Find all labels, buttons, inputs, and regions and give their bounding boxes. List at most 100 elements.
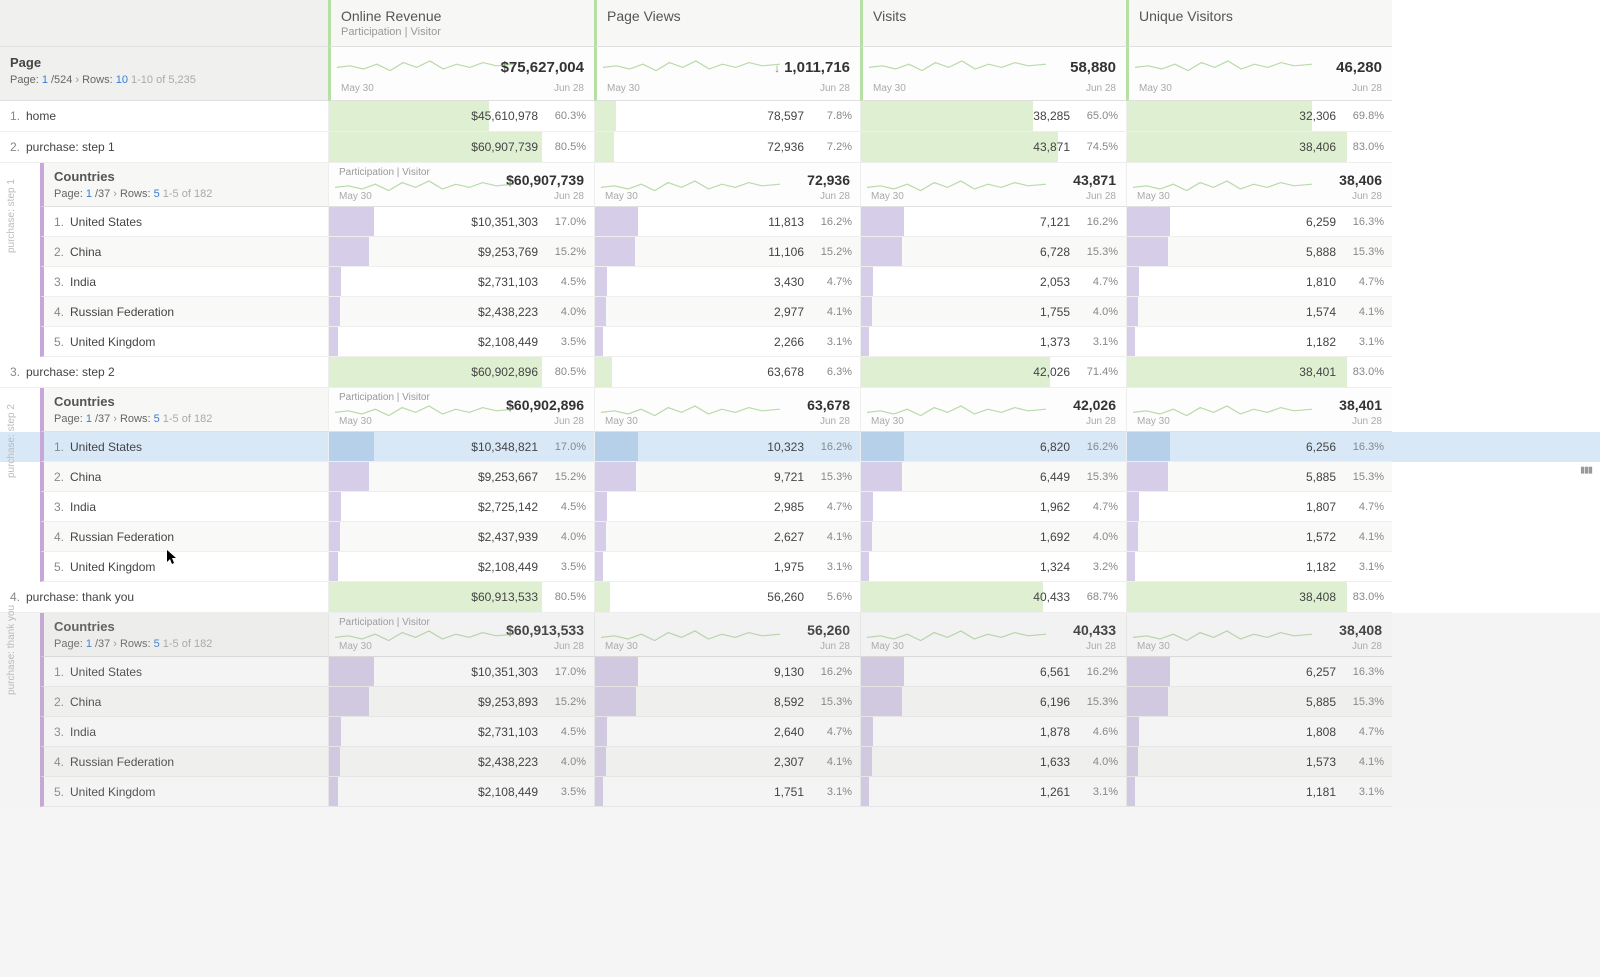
breakdown-metric-cell[interactable]: 1,8074.7%	[1126, 492, 1392, 522]
chevron-right-icon[interactable]: ›	[110, 638, 120, 650]
breakdown-metric-cell[interactable]: $2,108,4493.5%	[328, 552, 594, 582]
breakdown-metric-cell[interactable]: 6,44915.3%	[860, 462, 1126, 492]
metric-summary-cell[interactable]: 58,880May 30Jun 28	[860, 47, 1126, 101]
breakdown-metric-cell[interactable]: $9,253,66715.2%	[328, 462, 594, 492]
breakdown-metric-cell[interactable]: 1,6924.0%	[860, 522, 1126, 552]
breakdown-summary-cell[interactable]: Participation | Visitor$60,913,533May 30…	[328, 613, 594, 657]
breakdown-row-label-cell[interactable]: 1. United States▮▮▮	[40, 432, 328, 462]
breakdown-metric-cell[interactable]: 1,5734.1%	[1126, 747, 1392, 777]
breakdown-row-label-cell[interactable]: 3. India	[40, 492, 328, 522]
page-row-label-cell[interactable]: 1. home	[0, 101, 328, 132]
page-metric-cell[interactable]: $60,907,73980.5%	[328, 132, 594, 163]
breakdown-metric-cell[interactable]: 6,82016.2%	[860, 432, 1126, 462]
breakdown-metric-cell[interactable]: 1,3733.1%	[860, 327, 1126, 357]
breakdown-metric-cell[interactable]: 1,8104.7%	[1126, 267, 1392, 297]
breakdown-metric-cell[interactable]: $2,437,9394.0%	[328, 522, 594, 552]
metric-header[interactable]: Visits	[860, 0, 1126, 47]
breakdown-summary-cell[interactable]: Participation | Visitor$60,907,739May 30…	[328, 163, 594, 207]
breakdown-metric-cell[interactable]: 2,9774.1%	[594, 297, 860, 327]
page-metric-cell[interactable]: 42,02671.4%	[860, 357, 1126, 388]
breakdown-metric-cell[interactable]: 2,6274.1%	[594, 522, 860, 552]
pager-rows-link[interactable]: 10	[116, 74, 128, 86]
metric-summary-cell[interactable]: 46,280May 30Jun 28	[1126, 47, 1392, 101]
breakdown-metric-cell[interactable]: $2,438,2234.0%	[328, 747, 594, 777]
breakdown-row-label-cell[interactable]: 2. China	[40, 462, 328, 492]
breakdown-metric-cell[interactable]: 1,2613.1%	[860, 777, 1126, 807]
breakdown-row-label-cell[interactable]: 5. United Kingdom	[40, 777, 328, 807]
breakdown-row-label-cell[interactable]: 4. Russian Federation	[40, 747, 328, 777]
breakdown-metric-cell[interactable]: $10,348,82117.0%	[328, 432, 594, 462]
breakdown-metric-cell[interactable]: 6,56116.2%	[860, 657, 1126, 687]
breakdown-metric-cell[interactable]: 2,3074.1%	[594, 747, 860, 777]
page-metric-cell[interactable]: $60,913,53380.5%	[328, 582, 594, 613]
breakdown-row-label-cell[interactable]: 3. India	[40, 717, 328, 747]
breakdown-metric-cell[interactable]: 1,1823.1%	[1126, 327, 1392, 357]
breakdown-metric-cell[interactable]: 1,5724.1%	[1126, 522, 1392, 552]
breakdown-metric-cell[interactable]: 1,9753.1%	[594, 552, 860, 582]
metric-summary-cell[interactable]: ↓1,011,716May 30Jun 28	[594, 47, 860, 101]
breakdown-metric-cell[interactable]: 11,81316.2%	[594, 207, 860, 237]
page-metric-cell[interactable]: 63,6786.3%	[594, 357, 860, 388]
breakdown-row-label-cell[interactable]: 4. Russian Federation	[40, 522, 328, 552]
page-metric-cell[interactable]: 56,2605.6%	[594, 582, 860, 613]
metric-header[interactable]: Online RevenueParticipation | Visitor	[328, 0, 594, 47]
dimension-header[interactable]: PagePage: 1 /524›Rows: 10 1-10 of 5,235	[0, 47, 328, 101]
breakdown-metric-cell[interactable]: 9,72115.3%	[594, 462, 860, 492]
breakdown-row-label-cell[interactable]: 5. United Kingdom	[40, 327, 328, 357]
breakdown-metric-cell[interactable]: 11,10615.2%	[594, 237, 860, 267]
page-metric-cell[interactable]: 38,40183.0%	[1126, 357, 1392, 388]
page-metric-cell[interactable]: 43,87174.5%	[860, 132, 1126, 163]
breakdown-summary-cell[interactable]: 38,408May 30Jun 28	[1126, 613, 1392, 657]
chevron-right-icon[interactable]: ›	[72, 74, 82, 86]
breakdown-metric-cell[interactable]: 6,19615.3%	[860, 687, 1126, 717]
breakdown-metric-cell[interactable]: $10,351,30317.0%	[328, 207, 594, 237]
breakdown-summary-cell[interactable]: 72,936May 30Jun 28	[594, 163, 860, 207]
breakdown-metric-cell[interactable]: 8,59215.3%	[594, 687, 860, 717]
breakdown-summary-cell[interactable]: Participation | Visitor$60,902,896May 30…	[328, 388, 594, 432]
breakdown-metric-cell[interactable]: 1,8784.6%	[860, 717, 1126, 747]
breakdown-row-label-cell[interactable]: 5. United Kingdom	[40, 552, 328, 582]
page-metric-cell[interactable]: 38,40883.0%	[1126, 582, 1392, 613]
breakdown-row-label-cell[interactable]: 3. India	[40, 267, 328, 297]
breakdown-metric-cell[interactable]: 1,9624.7%	[860, 492, 1126, 522]
breakdown-dimension-header[interactable]: CountriesPage: 1 /37›Rows: 5 1-5 of 182	[40, 613, 328, 657]
breakdown-row-label-cell[interactable]: 1. United States	[40, 207, 328, 237]
page-row-label-cell[interactable]: 2. purchase: step 1	[0, 132, 328, 163]
breakdown-summary-cell[interactable]: 63,678May 30Jun 28	[594, 388, 860, 432]
breakdown-metric-cell[interactable]: 3,4304.7%	[594, 267, 860, 297]
page-metric-cell[interactable]: 40,43368.7%	[860, 582, 1126, 613]
chevron-right-icon[interactable]: ›	[110, 188, 120, 200]
breakdown-metric-cell[interactable]: 6,25616.3%	[1126, 432, 1392, 462]
breakdown-summary-cell[interactable]: 38,401May 30Jun 28	[1126, 388, 1392, 432]
page-row-label-cell[interactable]: 3. purchase: step 2	[0, 357, 328, 388]
page-row-label-cell[interactable]: 4. purchase: thank you	[0, 582, 328, 613]
bar-chart-icon[interactable]: ▮▮▮	[1580, 464, 1592, 475]
breakdown-metric-cell[interactable]: 6,72815.3%	[860, 237, 1126, 267]
breakdown-metric-cell[interactable]: $2,731,1034.5%	[328, 717, 594, 747]
breakdown-metric-cell[interactable]: 1,1823.1%	[1126, 552, 1392, 582]
breakdown-metric-cell[interactable]: $2,725,1424.5%	[328, 492, 594, 522]
breakdown-metric-cell[interactable]: 1,3243.2%	[860, 552, 1126, 582]
breakdown-summary-cell[interactable]: 40,433May 30Jun 28	[860, 613, 1126, 657]
breakdown-metric-cell[interactable]: $9,253,89315.2%	[328, 687, 594, 717]
breakdown-metric-cell[interactable]: $2,731,1034.5%	[328, 267, 594, 297]
breakdown-summary-cell[interactable]: 56,260May 30Jun 28	[594, 613, 860, 657]
pager-rows-link[interactable]: 5	[154, 638, 160, 650]
breakdown-metric-cell[interactable]: 6,25716.3%	[1126, 657, 1392, 687]
breakdown-metric-cell[interactable]: 2,2663.1%	[594, 327, 860, 357]
metric-header[interactable]: Page Views	[594, 0, 860, 47]
breakdown-metric-cell[interactable]: 1,1813.1%	[1126, 777, 1392, 807]
breakdown-row-label-cell[interactable]: 2. China	[40, 237, 328, 267]
breakdown-metric-cell[interactable]: 1,5744.1%	[1126, 297, 1392, 327]
breakdown-summary-cell[interactable]: 42,026May 30Jun 28	[860, 388, 1126, 432]
breakdown-metric-cell[interactable]: 10,32316.2%	[594, 432, 860, 462]
page-metric-cell[interactable]: 72,9367.2%	[594, 132, 860, 163]
breakdown-metric-cell[interactable]: $10,351,30317.0%	[328, 657, 594, 687]
page-metric-cell[interactable]: $60,902,89680.5%	[328, 357, 594, 388]
page-metric-cell[interactable]: $45,610,97860.3%	[328, 101, 594, 132]
breakdown-metric-cell[interactable]: 5,88815.3%	[1126, 237, 1392, 267]
breakdown-metric-cell[interactable]: 5,88515.3%	[1126, 687, 1392, 717]
breakdown-metric-cell[interactable]: 1,8084.7%	[1126, 717, 1392, 747]
breakdown-metric-cell[interactable]: 5,88515.3%	[1126, 462, 1392, 492]
breakdown-summary-cell[interactable]: 38,406May 30Jun 28	[1126, 163, 1392, 207]
